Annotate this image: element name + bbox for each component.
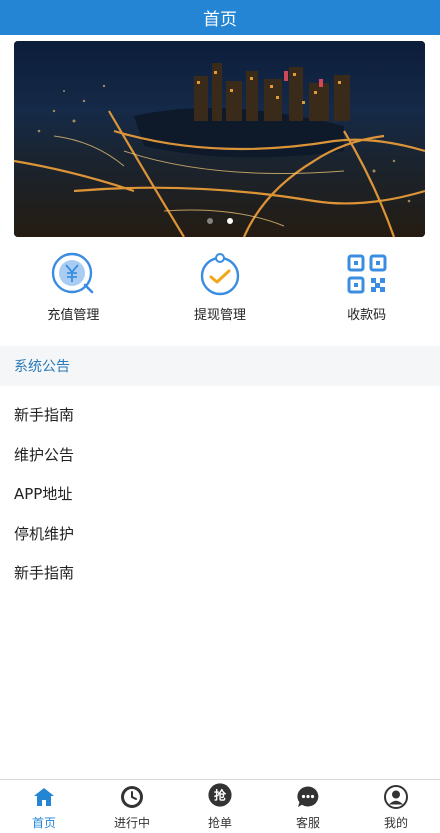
chat-icon: [296, 785, 320, 809]
system-notice-header: 系统公告: [0, 346, 440, 386]
recharge-management-label: 充值管理: [47, 308, 100, 323]
notice-item[interactable]: 新手指南: [0, 553, 440, 593]
withdraw-check-icon: [196, 250, 244, 298]
page-header: 首页: [0, 0, 440, 35]
notice-item[interactable]: 停机维护: [0, 514, 440, 554]
carousel-indicators: [14, 218, 425, 224]
withdraw-management-label: 提现管理: [193, 308, 246, 323]
tab-profile-label: 我的: [383, 816, 408, 830]
notice-item[interactable]: 新手指南: [0, 395, 440, 435]
grab-order-icon: 抢: [208, 783, 232, 809]
recharge-management-button[interactable]: 充值管理: [0, 250, 147, 330]
banner-image: [14, 41, 425, 237]
page-title: 首页: [203, 10, 237, 30]
carousel-dot[interactable]: [206, 218, 213, 224]
tab-in-progress-label: 进行中: [113, 816, 150, 830]
recharge-yen-icon: [49, 250, 97, 298]
tab-in-progress[interactable]: 进行中: [88, 780, 176, 833]
quick-actions: 充值管理 提现管理 收款码: [0, 250, 440, 330]
home-icon: [32, 785, 56, 809]
svg-text:抢: 抢: [214, 787, 227, 802]
tab-customer-service-label: 客服: [295, 816, 320, 830]
tab-grab-order[interactable]: 抢 抢单: [176, 780, 264, 833]
tab-customer-service[interactable]: 客服: [264, 780, 352, 833]
payment-qr-label: 收款码: [347, 308, 387, 323]
tab-home[interactable]: 首页: [0, 780, 88, 833]
clock-icon: [120, 785, 144, 809]
banner-carousel[interactable]: [14, 41, 425, 237]
tab-profile[interactable]: 我的: [352, 780, 440, 833]
system-notice-title: 系统公告: [14, 359, 70, 375]
profile-icon: [384, 785, 408, 809]
carousel-dot-active[interactable]: [226, 218, 233, 224]
notice-list: 新手指南 维护公告 APP地址 停机维护 新手指南: [0, 395, 440, 593]
tab-home-label: 首页: [31, 816, 56, 830]
notice-item[interactable]: APP地址: [0, 474, 440, 514]
withdraw-management-button[interactable]: 提现管理: [147, 250, 294, 330]
qr-code-icon: [343, 250, 391, 298]
payment-qr-button[interactable]: 收款码: [293, 250, 440, 330]
bottom-tabbar: 首页 进行中 抢 抢单 客服 我的: [0, 779, 440, 833]
notice-item[interactable]: 维护公告: [0, 435, 440, 475]
tab-grab-order-label: 抢单: [207, 816, 232, 830]
